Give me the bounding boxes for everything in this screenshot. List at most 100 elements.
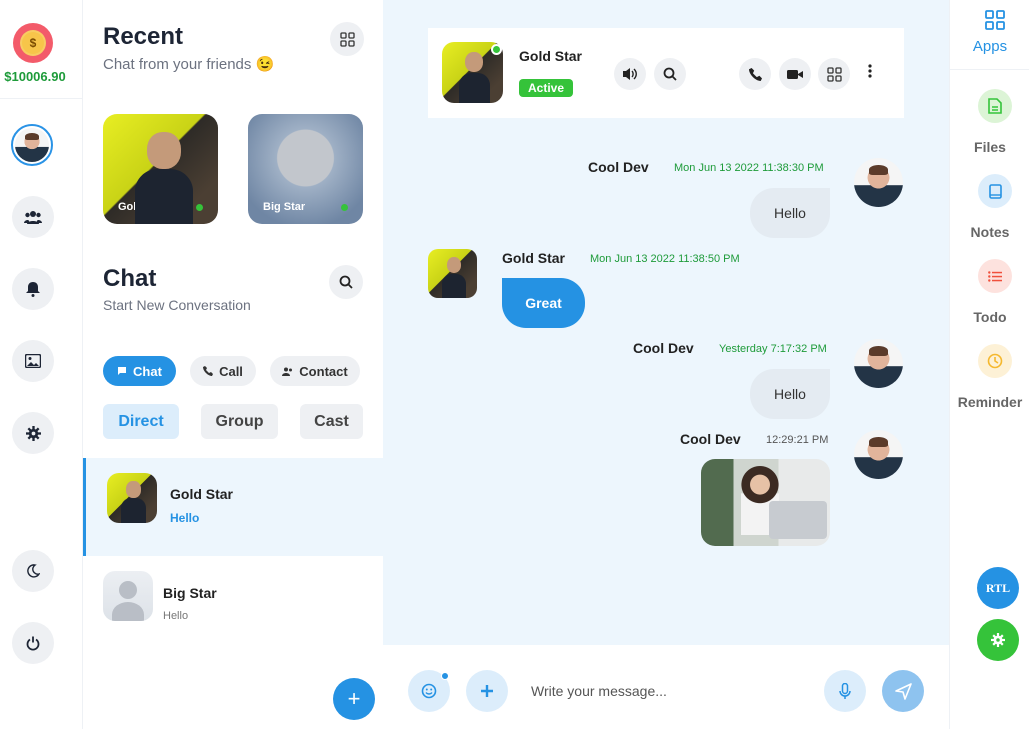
list-icon bbox=[988, 270, 1002, 282]
notes-label: Notes bbox=[970, 224, 1010, 240]
apps-header[interactable]: Apps bbox=[950, 0, 1029, 70]
status-badge: Active bbox=[519, 79, 574, 97]
message-input[interactable] bbox=[531, 679, 801, 703]
recent-subtitle: Chat from your friends 😉 bbox=[103, 56, 275, 73]
more-options-button[interactable] bbox=[868, 64, 872, 83]
recent-card-name: Gold Star bbox=[118, 201, 168, 213]
reminder-label: Reminder bbox=[957, 394, 1023, 410]
tab-group[interactable]: Group bbox=[201, 404, 278, 439]
plus-icon: + bbox=[347, 686, 361, 711]
send-icon bbox=[894, 682, 912, 700]
book-icon bbox=[988, 183, 1002, 199]
wallet-avatar[interactable]: $ bbox=[13, 23, 53, 63]
recent-card-gold-star[interactable]: Gold Star bbox=[103, 114, 218, 224]
conversation-preview: Hello bbox=[163, 610, 189, 622]
mute-button[interactable] bbox=[614, 58, 646, 90]
conversation-item-big-star[interactable]: Big Star Hello bbox=[83, 556, 383, 654]
voice-call-button[interactable] bbox=[739, 58, 771, 90]
chat-app: $ $10006.90 Recent Chat from your friend… bbox=[0, 0, 1029, 729]
moon-icon bbox=[27, 564, 40, 578]
image-icon bbox=[25, 354, 41, 368]
sender-avatar bbox=[854, 158, 903, 207]
message-sender: Cool Dev bbox=[633, 340, 694, 356]
video-call-button[interactable] bbox=[779, 58, 811, 90]
users-button[interactable] bbox=[12, 196, 54, 238]
message-time: Yesterday 7:17:32 PM bbox=[719, 343, 827, 355]
bell-icon bbox=[26, 282, 40, 297]
plus-icon bbox=[481, 685, 493, 697]
chat-header: Gold Star Active bbox=[428, 28, 904, 118]
message-time: Mon Jun 13 2022 11:38:50 PM bbox=[590, 253, 740, 265]
avatar bbox=[15, 128, 49, 162]
profile-avatar[interactable] bbox=[11, 124, 53, 166]
conversation-name: Big Star bbox=[163, 585, 217, 601]
conversation-name: Gold Star bbox=[170, 486, 234, 502]
grid-icon bbox=[339, 31, 355, 47]
gear-icon bbox=[25, 425, 41, 441]
attach-button[interactable] bbox=[466, 670, 508, 712]
avatar bbox=[103, 571, 153, 621]
grid-icon bbox=[826, 66, 842, 82]
sender-avatar bbox=[428, 249, 477, 298]
video-icon bbox=[787, 69, 803, 79]
microphone-icon bbox=[839, 682, 851, 699]
todo-label: Todo bbox=[973, 309, 1007, 325]
chat-area: Gold Star Active Cool Dev Mon Jun 13 202… bbox=[383, 0, 949, 645]
apps-title: Apps bbox=[972, 38, 1008, 55]
search-icon bbox=[339, 275, 353, 289]
image-attachment[interactable] bbox=[701, 459, 830, 546]
voice-message-button[interactable] bbox=[824, 670, 866, 712]
contacts-icon bbox=[282, 367, 293, 376]
power-icon bbox=[26, 636, 40, 650]
tab-cast[interactable]: Cast bbox=[300, 404, 363, 439]
recent-grid-button[interactable] bbox=[330, 22, 364, 56]
sender-avatar bbox=[854, 430, 903, 479]
emoji-button[interactable] bbox=[408, 670, 450, 712]
gallery-button[interactable] bbox=[12, 340, 54, 382]
contact-name: Gold Star bbox=[519, 48, 583, 64]
message-bubble: Hello bbox=[750, 369, 830, 419]
notes-button[interactable] bbox=[978, 174, 1012, 208]
notification-dot bbox=[441, 672, 449, 680]
call-pill[interactable]: Call bbox=[190, 356, 256, 386]
rtl-toggle-button[interactable]: RTL bbox=[977, 567, 1019, 609]
todo-button[interactable] bbox=[978, 259, 1012, 293]
phone-icon bbox=[203, 366, 214, 376]
chat-pill[interactable]: Chat bbox=[103, 356, 176, 386]
dark-mode-toggle[interactable] bbox=[12, 550, 54, 592]
chat-title: Chat bbox=[103, 265, 157, 292]
apps-grid-icon bbox=[985, 10, 1005, 30]
online-dot bbox=[341, 204, 348, 211]
search-messages-button[interactable] bbox=[654, 58, 686, 90]
money-face-icon: $ bbox=[20, 30, 46, 56]
theme-settings-button[interactable] bbox=[977, 619, 1019, 661]
gear-icon bbox=[991, 633, 1005, 647]
new-conversation-button[interactable]: + bbox=[333, 678, 375, 720]
online-dot bbox=[196, 204, 203, 211]
settings-button[interactable] bbox=[12, 412, 54, 454]
icon-rail: $ $10006.90 bbox=[0, 0, 83, 729]
users-icon bbox=[24, 211, 42, 224]
files-button[interactable] bbox=[978, 89, 1012, 123]
recent-card-big-star[interactable]: Big Star bbox=[248, 114, 363, 224]
tab-direct[interactable]: Direct bbox=[103, 404, 179, 439]
rail-divider bbox=[0, 98, 83, 99]
message-sender: Gold Star bbox=[502, 250, 566, 266]
message-composer bbox=[383, 645, 949, 729]
speaker-icon bbox=[623, 68, 637, 80]
message-icon bbox=[118, 367, 127, 375]
send-button[interactable] bbox=[882, 670, 924, 712]
grid-view-button[interactable] bbox=[818, 58, 850, 90]
reminder-button[interactable] bbox=[978, 344, 1012, 378]
online-dot bbox=[491, 44, 502, 55]
wallet-balance: $10006.90 bbox=[4, 69, 66, 84]
message-sender: Cool Dev bbox=[588, 159, 649, 175]
chat-search-button[interactable] bbox=[329, 265, 363, 299]
message-time: Mon Jun 13 2022 11:38:30 PM bbox=[674, 162, 824, 174]
notifications-button[interactable] bbox=[12, 268, 54, 310]
logout-button[interactable] bbox=[12, 622, 54, 664]
file-icon bbox=[988, 98, 1002, 114]
conversation-item-gold-star[interactable]: Gold Star Hello bbox=[83, 458, 383, 556]
pill-label: Contact bbox=[299, 363, 348, 379]
contact-pill[interactable]: Contact bbox=[270, 356, 360, 386]
